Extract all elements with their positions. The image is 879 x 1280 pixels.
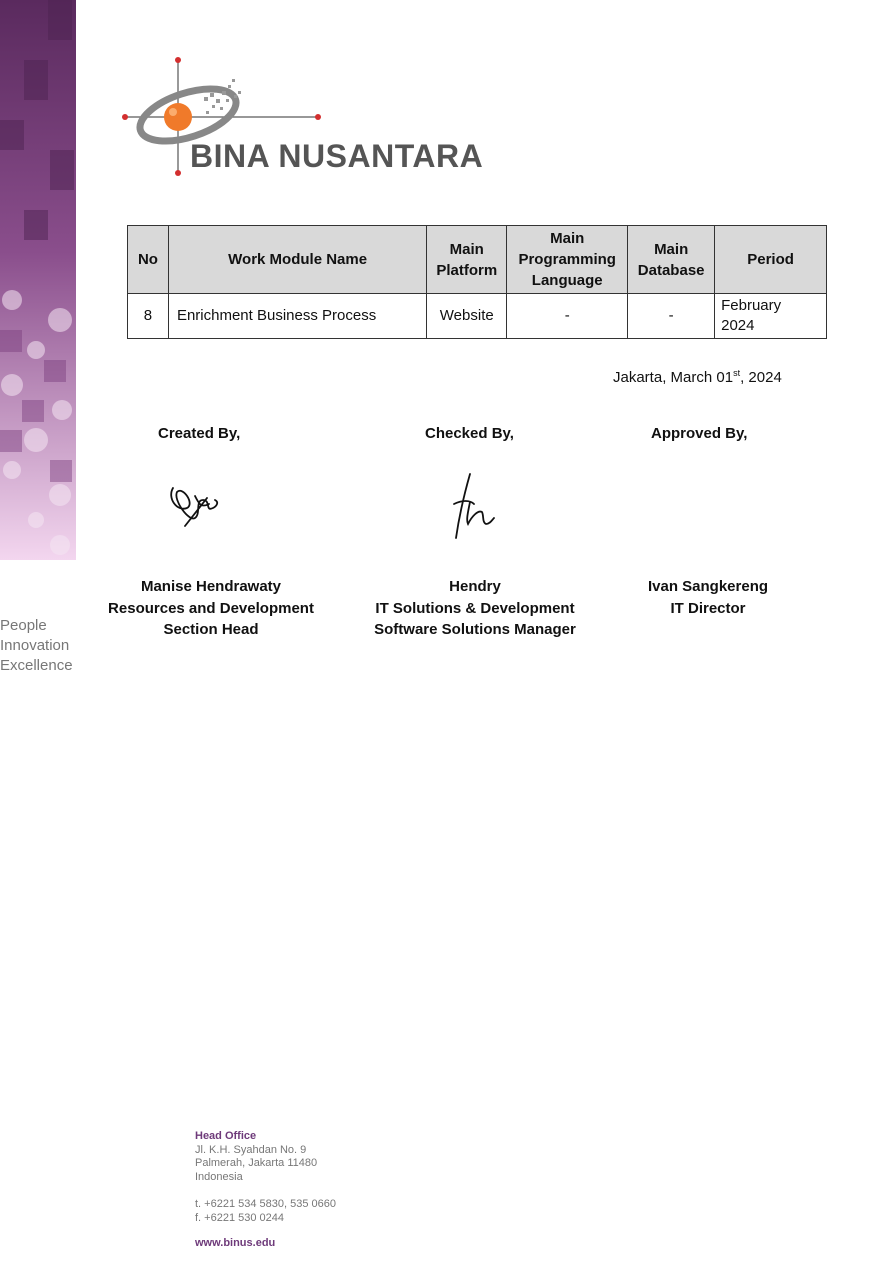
cell-period: February 2024 [714,293,827,339]
checked-by-heading: Checked By, [425,425,514,442]
header-main-platform: Main Platform [426,225,508,294]
checked-by-signer: Hendry IT Solutions & Development Softwa… [364,576,586,641]
header-period: Period [714,225,827,294]
cell-module-name: Enrichment Business Process [167,293,428,339]
work-module-table: No Work Module Name Main Platform Main Pro… [127,225,827,339]
created-by-heading: Created By, [158,425,241,442]
created-by-signature [170,487,219,527]
approved-by-heading: Approved By, [651,425,748,442]
footer-address-line: Palmerah, Jakarta 11480 [195,1157,318,1169]
header-main-database: Main Database [627,225,716,294]
footer-phone: t. +6221 534 5830, 535 0660 [195,1198,336,1210]
footer-fax: f. +6221 530 0244 [195,1211,284,1224]
signer-name: Ivan Sangkereng [647,578,769,595]
signer-name: Hendry [449,578,501,595]
footer-address-line: Indonesia [195,1170,243,1183]
footer-address-line: Jl. K.H. Syahdan No. 9 [195,1143,307,1156]
signer-title: Section Head [163,621,259,638]
footer-head-office: Head Office [195,1130,257,1142]
cell-database: - [627,293,716,339]
signer-title: IT Director [670,599,746,617]
tagline-line: Innovation [0,637,70,654]
header-no: No [127,225,169,294]
signer-title: Software Solutions Manager [374,621,576,638]
document-date: Jakarta, March 01st, 2024 [613,368,782,386]
signer-title: Resources and Development [108,599,314,617]
footer-address: Head Office Jl. K.H. Syahdan No. 9 Palme… [195,1130,336,1251]
header-work-module-name: Work Module Name [167,225,428,294]
cell-language: - [506,293,629,339]
tagline-line: People [0,617,47,634]
header-main-programming-language: Main Programming Language [506,225,629,294]
cell-platform: Website [426,293,508,339]
brand-tagline: People Innovation Excellence [0,616,73,676]
checked-by-signature [453,473,495,539]
table-header-row: No Work Module Name Main Platform Main Pro… [127,225,827,294]
footer-website-link[interactable]: www.binus.edu [195,1237,336,1251]
created-by-signer: Manise Hendrawaty Resources and Developm… [103,576,319,641]
cell-no: 8 [127,293,169,339]
tagline-line: Excellence [0,657,73,674]
approved-by-signer: Ivan Sangkereng IT Director [625,576,791,619]
signer-title: IT Solutions & Development [375,599,575,617]
brand-name: BINA NUSANTARA [190,138,484,174]
side-pattern-strip [0,0,76,560]
table-row: 8 Enrichment Business Process Website - … [127,293,827,339]
signer-name: Manise Hendrawaty [140,578,282,595]
